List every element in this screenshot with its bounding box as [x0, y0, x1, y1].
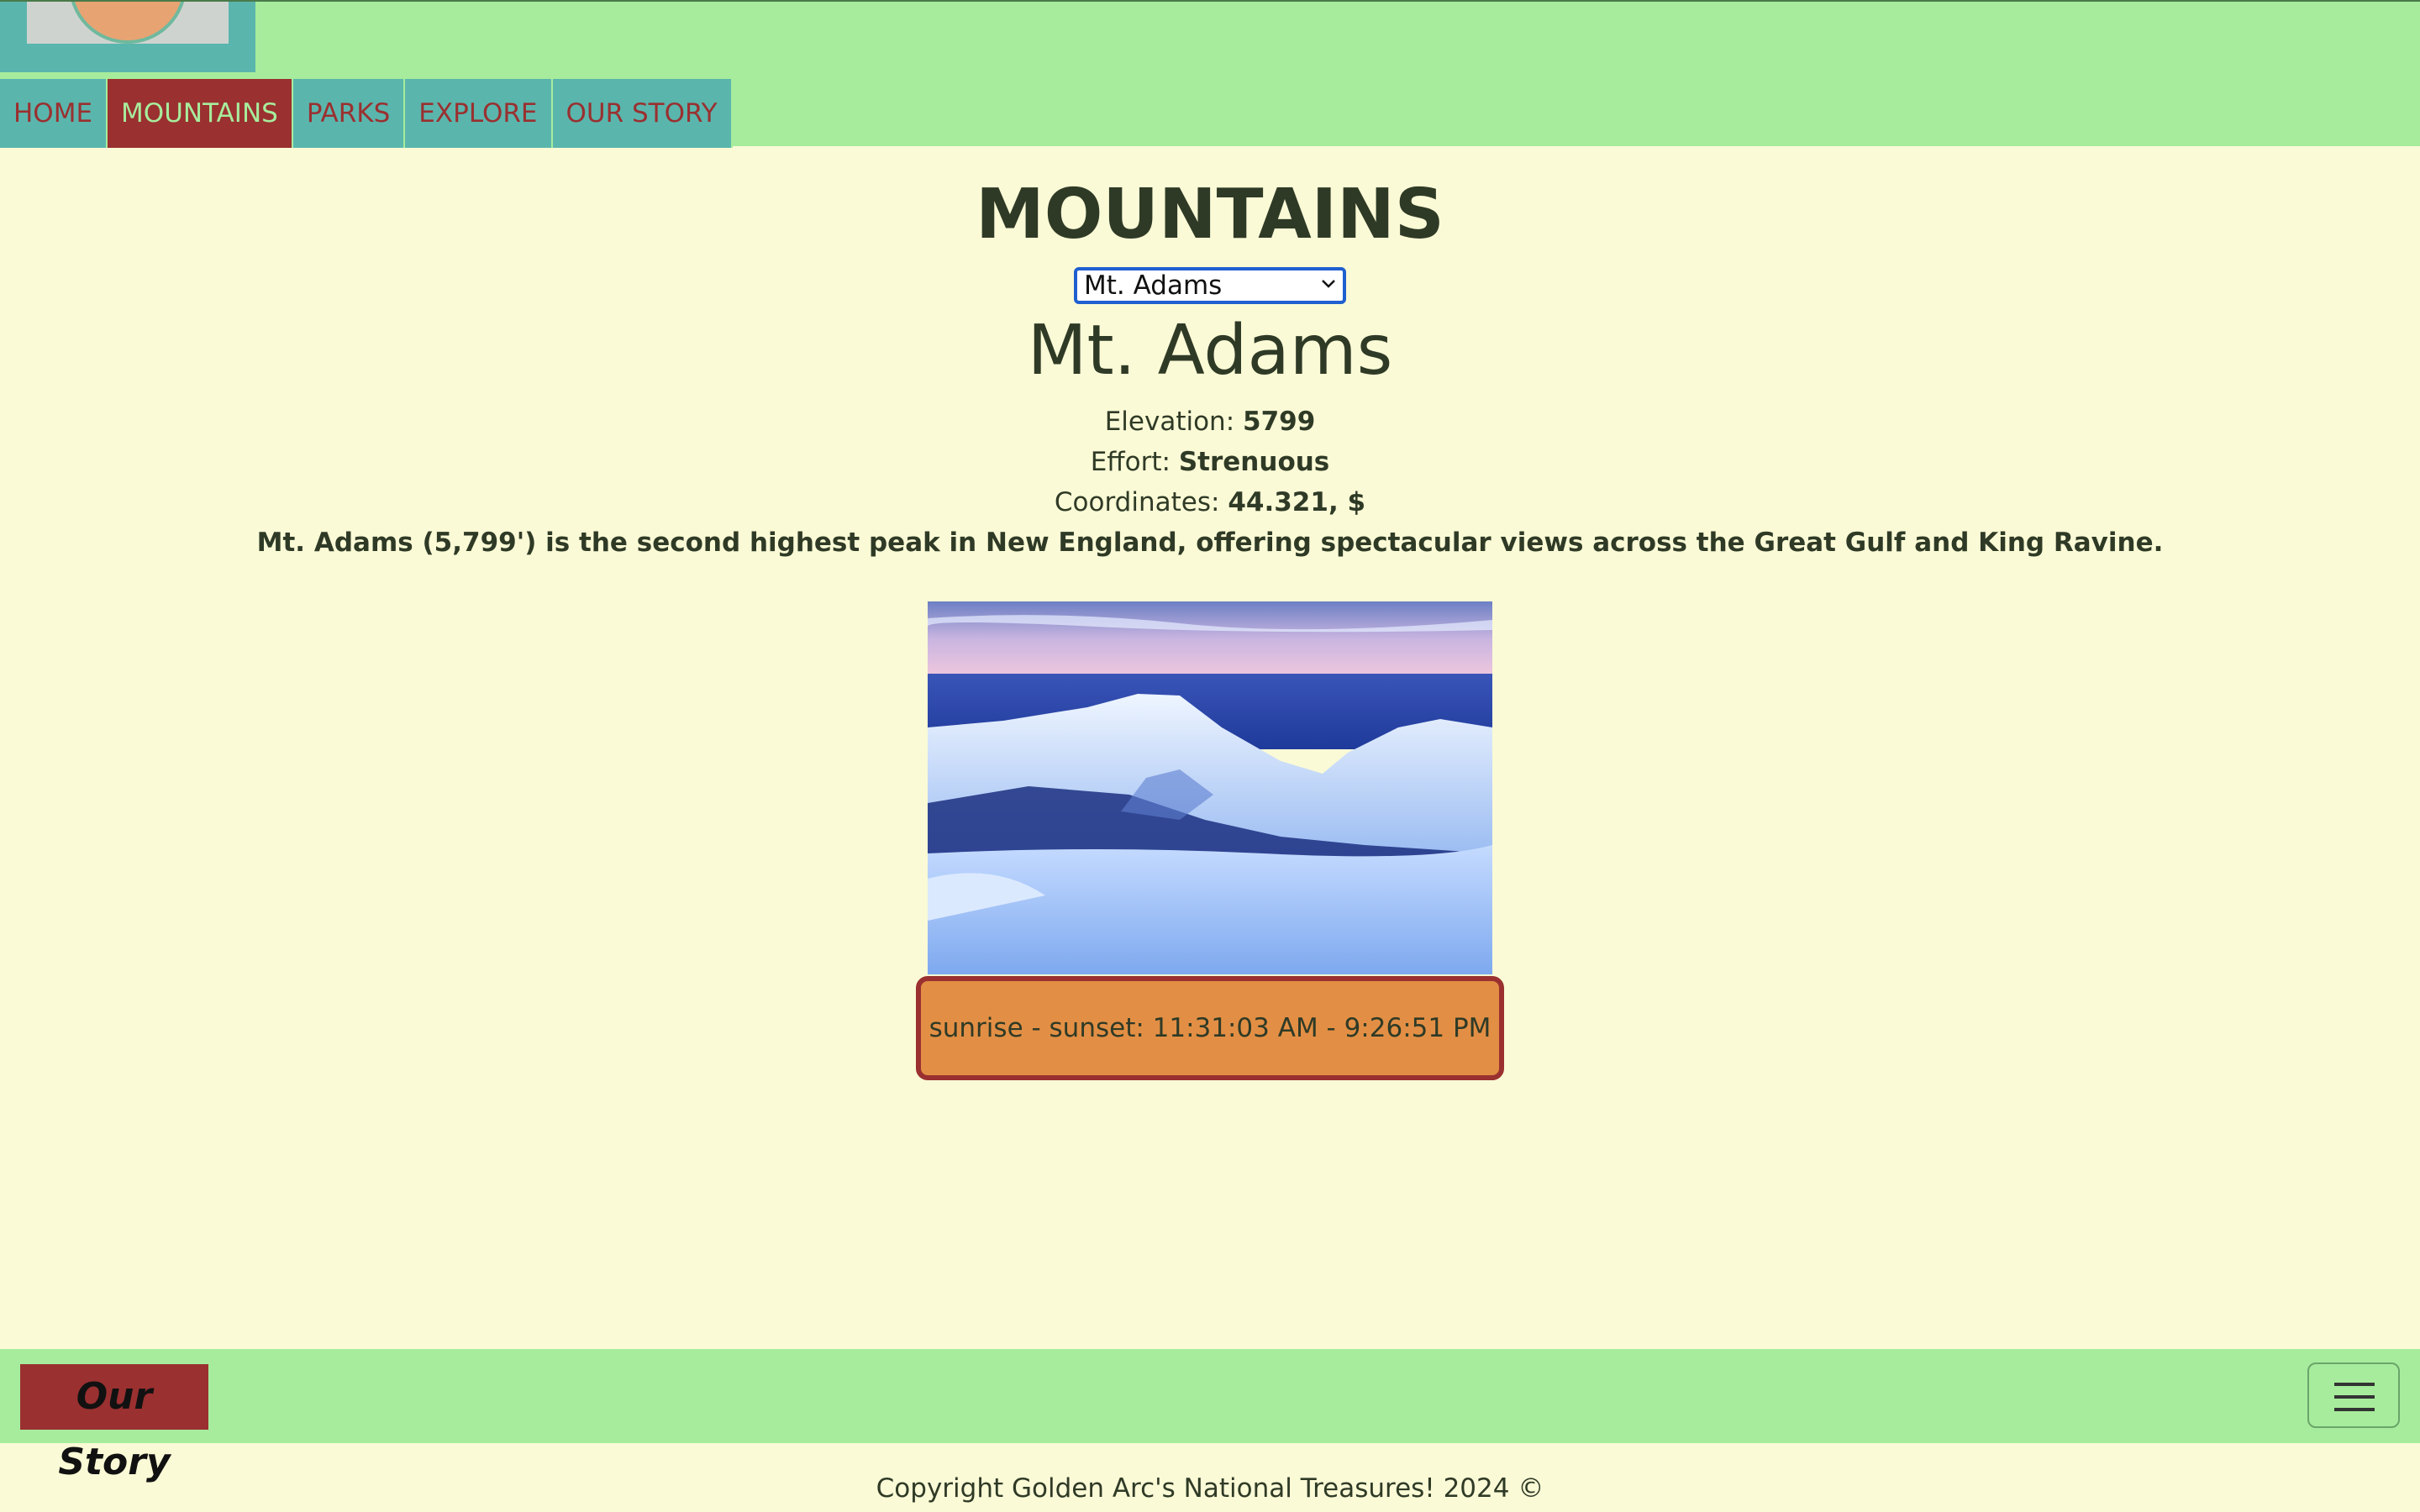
nav-explore[interactable]: EXPLORE [405, 79, 553, 148]
our-story-button[interactable]: Our Story [20, 1364, 208, 1483]
coordinates-row: Coordinates: 44.321, $ [0, 486, 2420, 519]
hamburger-icon [2334, 1408, 2375, 1411]
effort-label: Effort: [1090, 447, 1171, 477]
elevation-row: Elevation: 5799 [0, 405, 2420, 438]
mountain-select-value: Mt. Adams [1084, 270, 1223, 301]
sunrise-sunset-box: sunrise - sunset: 11:31:03 AM - 9:26:51 … [916, 976, 1504, 1080]
hamburger-icon [2334, 1395, 2375, 1399]
main-nav: HOME MOUNTAINS PARKS EXPLORE OUR STORY [0, 79, 733, 148]
chevron-down-icon [1322, 280, 1335, 288]
mountain-description: Mt. Adams (5,799') is the second highest… [256, 528, 2164, 558]
logo[interactable] [0, 2, 255, 72]
mountain-photo [928, 601, 1492, 974]
elevation-value: 5799 [1243, 407, 1316, 437]
logo-image [27, 2, 229, 44]
nav-our-story[interactable]: OUR STORY [552, 79, 733, 148]
coordinates-value: 44.321, $ [1228, 487, 1366, 517]
effort-value: Strenuous [1178, 447, 1330, 477]
mountain-select[interactable]: Mt. Adams [1074, 267, 1346, 304]
hamburger-menu-button[interactable] [2307, 1362, 2400, 1428]
elevation-label: Elevation: [1104, 407, 1235, 437]
page-title: MOUNTAINS [976, 175, 1444, 255]
site-header: HOME MOUNTAINS PARKS EXPLORE OUR STORY [0, 0, 2420, 148]
hamburger-icon [2334, 1383, 2375, 1386]
effort-row: Effort: Strenuous [0, 445, 2420, 479]
coordinates-label: Coordinates: [1054, 487, 1220, 517]
copyright-text: Copyright Golden Arc's National Treasure… [876, 1473, 1544, 1504]
footer-bar: Our Story [0, 1349, 2420, 1483]
nav-mountains[interactable]: MOUNTAINS [108, 79, 293, 148]
logo-badge [69, 2, 187, 44]
mountain-name: Mt. Adams [1027, 311, 1393, 391]
nav-parks[interactable]: PARKS [292, 79, 406, 148]
nav-home[interactable]: HOME [0, 79, 108, 148]
